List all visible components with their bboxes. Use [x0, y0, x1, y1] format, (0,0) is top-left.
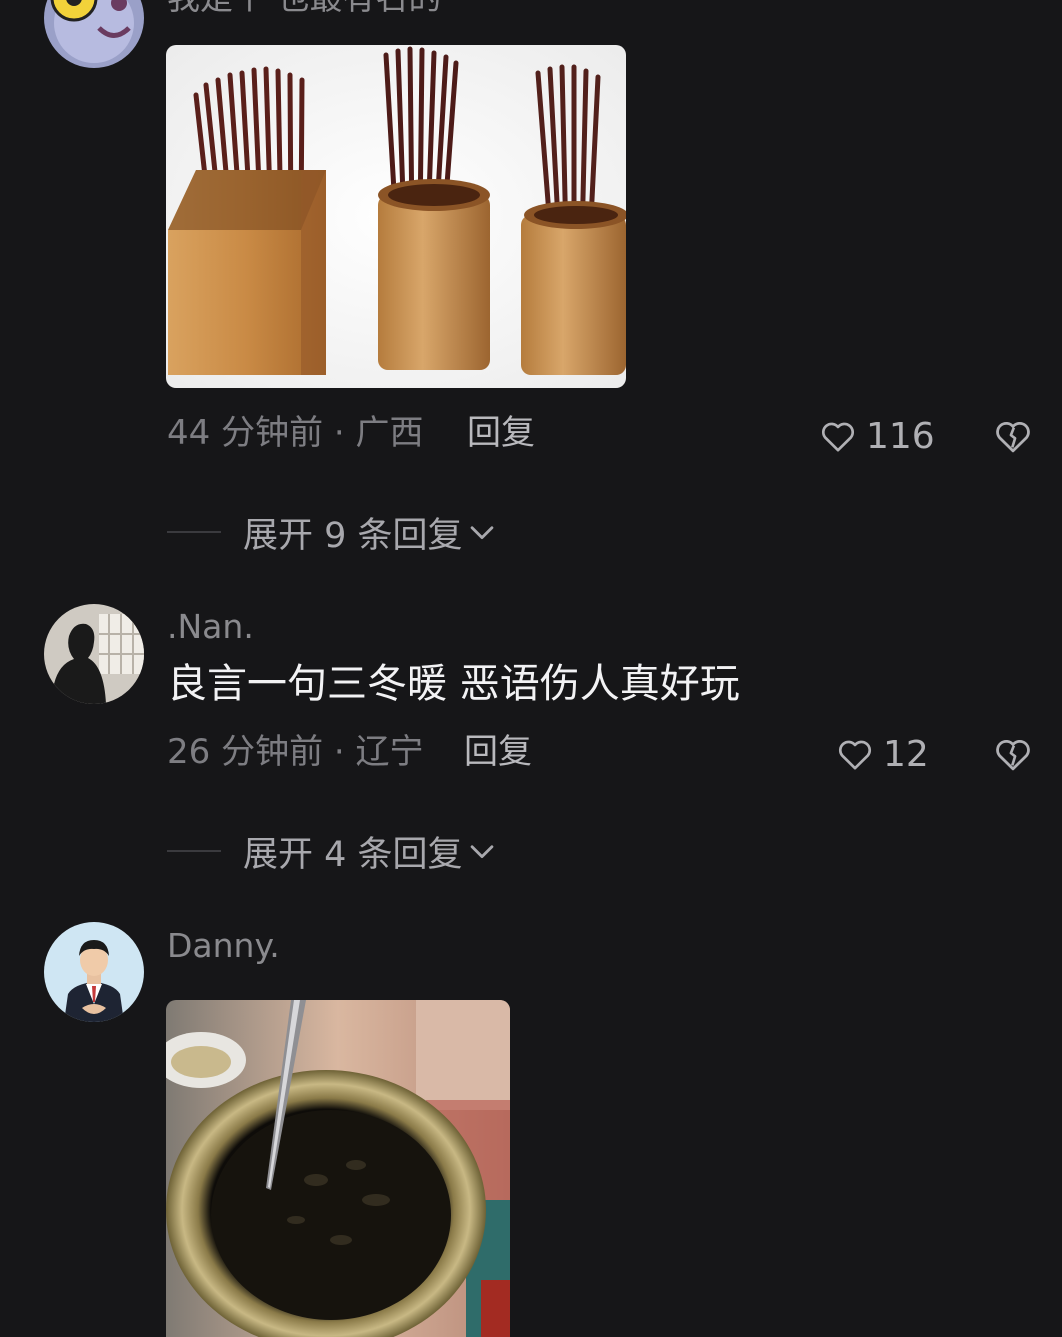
like-button[interactable]: 12 [835, 732, 929, 776]
comment-list: 我是个·也最有名的 [0, 0, 1062, 1337]
comment-image-chopstick-holders[interactable] [166, 45, 626, 388]
expand-replies-button[interactable]: 展开 9 条回复 [167, 510, 499, 556]
expand-divider [167, 850, 221, 852]
avatar-image [44, 0, 144, 68]
comment-image-jar[interactable] [166, 1000, 510, 1337]
comment-username[interactable]: 我是个·也最有名的 [167, 0, 442, 18]
expand-divider [167, 531, 221, 533]
jar-photo [166, 1000, 510, 1337]
heart-outline-icon [822, 422, 854, 452]
user-avatar[interactable] [44, 922, 144, 1022]
chopstick-holders-photo [166, 45, 626, 388]
reply-button[interactable]: 回复 [467, 413, 535, 453]
broken-heart-icon [996, 740, 1030, 771]
broken-heart-icon [996, 422, 1030, 453]
comment-time-location: 44 分钟前 · 广西 [167, 413, 424, 453]
expand-replies-label: 展开 4 条回复 [243, 834, 463, 875]
comment-time-location: 26 分钟前 · 辽宁 [167, 732, 424, 772]
heart-outline-icon [839, 740, 871, 770]
chevron-down-icon [470, 845, 493, 859]
like-count: 12 [883, 733, 929, 775]
dislike-button[interactable] [992, 415, 1034, 457]
like-count: 116 [866, 415, 935, 457]
dislike-button[interactable] [992, 733, 1034, 775]
expand-replies-button[interactable]: 展开 4 条回复 [167, 829, 499, 875]
like-button[interactable]: 116 [818, 414, 935, 458]
avatar-image [44, 604, 144, 704]
avatar-image [44, 922, 144, 1022]
reply-button[interactable]: 回复 [464, 732, 532, 772]
expand-replies-label: 展开 9 条回复 [243, 515, 463, 556]
chevron-down-icon [470, 526, 493, 540]
user-avatar[interactable] [44, 0, 144, 68]
comment-username[interactable]: Danny. [167, 926, 280, 966]
comment-text: 良言一句三冬暖 恶语伤人真好玩 [167, 661, 740, 707]
comment-username[interactable]: .Nan. [167, 607, 254, 647]
user-avatar[interactable] [44, 604, 144, 704]
